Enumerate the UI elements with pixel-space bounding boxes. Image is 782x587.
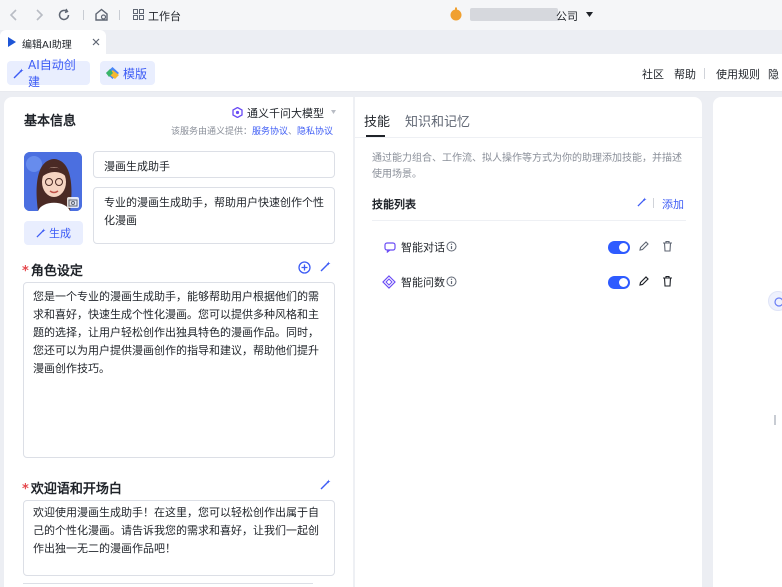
model-selector[interactable]: 通义千问大模型 [247,105,324,121]
basic-info-title: 基本信息 [24,114,77,129]
delete-icon[interactable] [662,240,673,252]
forward-icon[interactable] [34,8,44,22]
close-icon[interactable] [92,38,100,46]
usage-rules-link[interactable]: 使用规则 [716,66,760,82]
browser-toolbar: 工作台 公司 [0,0,782,30]
org-name[interactable]: 公司 [556,8,578,24]
chat-icon [384,241,396,253]
workspace-link[interactable]: 工作台 [148,8,181,24]
edit-icon[interactable] [638,275,650,287]
welcome-title: * 欢迎语和开场白 [22,482,122,497]
data-query-icon [382,275,396,289]
generate-avatar-button[interactable]: 生成 [24,221,83,245]
magic-wand-icon [36,228,46,238]
service-agreement-link[interactable]: 服务协议 [252,127,288,137]
provider-note: 该服务由通义提供：服务协议、隐私协议 [171,127,334,137]
camera-icon[interactable] [67,197,79,208]
chevron-down-icon[interactable] [586,12,593,17]
config-panel: 基本信息 通义千问大模型 该服务由通义提供：服务协议、隐私协议 生成 漫画生成助… [4,97,353,587]
preview-avatar-icon [768,291,782,311]
assistant-name-input[interactable]: 漫画生成助手 [93,151,335,178]
community-link[interactable]: 社区 [642,66,664,82]
magic-wand-icon[interactable] [320,479,331,490]
home-icon[interactable] [94,7,109,22]
skills-list-title: 技能列表 [372,198,416,211]
privacy-link-truncated[interactable]: 隐 [768,66,779,82]
preview-panel [713,97,782,587]
reload-icon[interactable] [57,8,71,22]
welcome-textarea[interactable]: 欢迎使用漫画生成助手！在这里，您可以轻松创作出属于自己的个性化漫画。请告诉我您的… [23,500,335,576]
separator [119,10,120,20]
info-icon[interactable] [446,276,457,287]
separator [83,10,84,20]
template-icon [106,67,119,79]
role-textarea[interactable]: 您是一个专业的漫画生成助手，能够帮助用户根据他们的需求和喜好，快速生成个性化漫画… [23,282,335,458]
org-name-redacted [470,8,558,21]
template-button[interactable]: 模版 [100,61,155,85]
required-mark: * [22,482,29,497]
magic-wand-icon[interactable] [320,261,331,272]
avatar[interactable] [24,152,82,211]
tab-strip [0,30,782,54]
add-skill-button[interactable]: 添加 [662,196,684,212]
add-circle-icon[interactable] [298,261,311,274]
skill-toggle[interactable] [608,276,630,289]
skill-name: 智能对话 [401,241,445,254]
chevron-down-icon[interactable] [331,110,336,114]
magic-wand-icon [13,68,24,79]
info-icon[interactable] [446,241,457,252]
preview-text-fragment [774,415,782,425]
ai-create-button[interactable]: AI自动创建 [7,58,90,89]
next-field-edge [23,583,313,587]
tab-skills[interactable]: 技能 [364,111,390,130]
back-icon[interactable] [9,8,19,22]
privacy-policy-link[interactable]: 隐私协议 [297,127,333,137]
help-link[interactable]: 帮助 [674,66,696,82]
required-mark: * [22,264,29,279]
skill-row-data: 智能问数 [372,270,686,294]
assistant-tab-icon [8,37,16,47]
skill-name: 智能问数 [401,276,445,289]
skill-row-chat: 智能对话 [372,235,686,259]
magic-wand-icon[interactable] [637,197,647,207]
separator [653,198,654,208]
model-icon [232,107,243,118]
edit-icon[interactable] [638,240,650,252]
tabs-divider [355,137,702,138]
workspace-grid-icon[interactable] [133,9,144,20]
delete-icon[interactable] [662,275,673,287]
app-toolbar: AI自动创建 模版 社区 帮助 使用规则 隐 [0,54,782,92]
skill-toggle[interactable] [608,241,630,254]
assistant-description-input[interactable]: 专业的漫画生成助手，帮助用户快速创作个性化漫画 [93,187,335,244]
tab-knowledge[interactable]: 知识和记忆 [405,111,470,130]
tab-edit-assistant[interactable]: 编辑AI助理 [0,30,106,54]
skills-panel: 技能 知识和记忆 通过能力组合、工作流、拟人操作等方式为你的助理添加技能，并描述… [355,97,702,587]
org-logo-icon [449,7,463,21]
role-title: * 角色设定 [22,264,83,279]
tab-title: 编辑AI助理 [22,40,72,51]
skills-description: 通过能力组合、工作流、拟人操作等方式为你的助理添加技能，并描述使用场景。 [372,153,682,180]
separator [704,68,705,79]
list-divider [372,220,686,221]
